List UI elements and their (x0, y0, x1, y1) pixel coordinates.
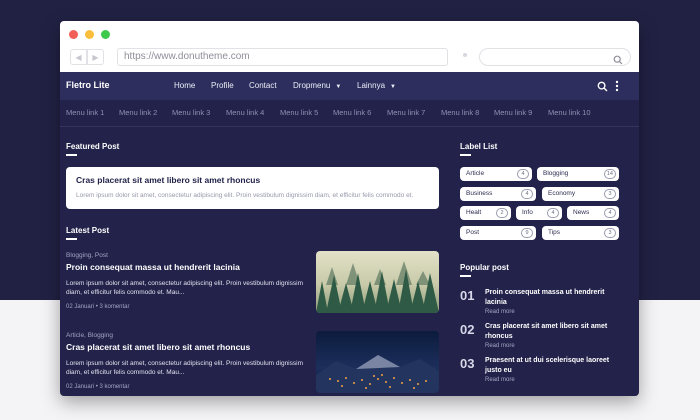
label-tag[interactable]: Healt 2 (460, 206, 511, 220)
post-excerpt: Lorem ipsum dolor sit amet, consectetur … (66, 360, 303, 376)
featured-post-title[interactable]: Cras placerat sit amet libero sit amet r… (76, 175, 429, 185)
browser-search-field[interactable] (479, 48, 631, 66)
chevron-right-icon: ▶ (92, 52, 99, 62)
post-title[interactable]: Cras placerat sit amet libero sit amet r… (66, 342, 306, 353)
menu-link[interactable]: Menu link 2 (119, 108, 157, 117)
label-tag[interactable]: Business 4 (460, 187, 536, 201)
label-tag[interactable]: Post 9 (460, 226, 536, 240)
label-tag[interactable]: Info 4 (516, 206, 562, 220)
popular-post-title[interactable]: Proin consequat massa ut hendrerit lacin… (485, 288, 615, 308)
separator-dot (463, 53, 467, 57)
menu-link[interactable]: Menu link 1 (66, 108, 104, 117)
post-comments[interactable]: 3 komentar (99, 304, 129, 310)
nav-item-home[interactable]: Home (174, 81, 195, 90)
label-tag[interactable]: Economy 3 (542, 187, 619, 201)
popular-rank: 03 (460, 356, 475, 371)
featured-post-excerpt: Lorem ipsum dolor sit amet, consectetur … (76, 192, 414, 199)
post-title[interactable]: Proin consequat massa ut hendrerit lacin… (66, 262, 306, 273)
label-list-heading: Label List (460, 142, 498, 151)
popular-heading: Popular post (460, 263, 509, 272)
search-icon (613, 52, 623, 70)
label-count: 4 (517, 169, 529, 179)
address-bar[interactable]: https://www.donutheme.com (117, 48, 448, 66)
menu-link[interactable]: Menu link 7 (387, 108, 425, 117)
popular-rank: 01 (460, 288, 475, 303)
menu-link[interactable]: Menu link 6 (333, 108, 371, 117)
nav-item-dropmenu[interactable]: Dropmenu ▼ (293, 81, 341, 90)
label-tag[interactable]: News 4 (567, 206, 619, 220)
label-tag[interactable]: Tips 3 (542, 226, 619, 240)
more-vertical-icon[interactable] (615, 79, 619, 97)
chevron-down-icon: ▼ (390, 84, 396, 90)
menu-link[interactable]: Menu link 9 (494, 108, 532, 117)
post-excerpt: Lorem ipsum dolor sit amet, consectetur … (66, 280, 303, 296)
nav-item-contact[interactable]: Contact (249, 81, 277, 90)
popular-post-title[interactable]: Praesent at ut dui scelerisque laoreet j… (485, 356, 615, 376)
post-categories[interactable]: Article, Blogging (66, 332, 306, 339)
label-count: 3 (604, 189, 616, 199)
latest-post-item: Blogging, Post Proin consequat massa ut … (66, 252, 306, 310)
menu-link[interactable]: Menu link 10 (548, 108, 591, 117)
main-navigation: Fletro Lite Home Profile Contact Dropmen… (60, 72, 639, 100)
close-window-dot[interactable] (69, 30, 78, 39)
label-count: 3 (604, 228, 616, 238)
post-categories[interactable]: Blogging, Post (66, 252, 306, 259)
featured-heading: Featured Post (66, 142, 120, 151)
read-more-link[interactable]: Read more (485, 309, 515, 315)
search-icon[interactable] (597, 79, 608, 97)
browser-chrome: ◀ ▶ https://www.donutheme.com (60, 21, 639, 72)
chevron-down-icon: ▼ (335, 84, 342, 90)
nav-item-lainnya[interactable]: Lainnya ▼ (357, 81, 396, 90)
post-date: 02 Januari (66, 384, 95, 390)
label-count: 4 (604, 208, 616, 218)
nav-item-profile[interactable]: Profile (211, 81, 234, 90)
menu-link[interactable]: Menu link 4 (226, 108, 264, 117)
post-thumbnail-forest[interactable] (316, 251, 439, 313)
label-count: 4 (547, 208, 559, 218)
label-count: 9 (521, 228, 533, 238)
browser-window: ◀ ▶ https://www.donutheme.com Fletro Lit… (60, 21, 639, 396)
minimize-window-dot[interactable] (85, 30, 94, 39)
heading-underline (66, 238, 77, 240)
back-button[interactable]: ◀ (70, 49, 87, 65)
post-comments[interactable]: 3 komentar (99, 384, 129, 390)
latest-heading: Latest Post (66, 226, 110, 235)
menu-link[interactable]: Menu link 3 (172, 108, 210, 117)
post-meta: 02 Januari • 3 komentar (66, 384, 306, 390)
menu-link[interactable]: Menu link 8 (441, 108, 479, 117)
label-count: 2 (496, 208, 508, 218)
featured-post-card[interactable]: Cras placerat sit amet libero sit amet r… (66, 167, 439, 209)
label-tag[interactable]: Blogging 14 (537, 167, 619, 181)
label-count: 4 (521, 189, 533, 199)
post-meta: 02 Januari • 3 komentar (66, 304, 306, 310)
post-date: 02 Januari (66, 304, 95, 310)
post-thumbnail-night-town[interactable] (316, 331, 439, 393)
popular-rank: 02 (460, 322, 475, 337)
heading-underline (66, 154, 77, 156)
latest-post-item: Article, Blogging Cras placerat sit amet… (66, 332, 306, 390)
heading-underline (460, 154, 471, 156)
site-brand[interactable]: Fletro Lite (66, 80, 110, 90)
label-tag[interactable]: Article 4 (460, 167, 532, 181)
chevron-left-icon: ◀ (75, 52, 82, 62)
menu-link[interactable]: Menu link 5 (280, 108, 318, 117)
read-more-link[interactable]: Read more (485, 377, 515, 383)
heading-underline (460, 275, 471, 277)
forward-button[interactable]: ▶ (87, 49, 104, 65)
maximize-window-dot[interactable] (101, 30, 110, 39)
read-more-link[interactable]: Read more (485, 343, 515, 349)
popular-post-title[interactable]: Cras placerat sit amet libero sit amet r… (485, 322, 615, 342)
label-count: 14 (603, 169, 616, 179)
sub-navigation: Menu link 1 Menu link 2 Menu link 3 Menu… (60, 100, 639, 127)
